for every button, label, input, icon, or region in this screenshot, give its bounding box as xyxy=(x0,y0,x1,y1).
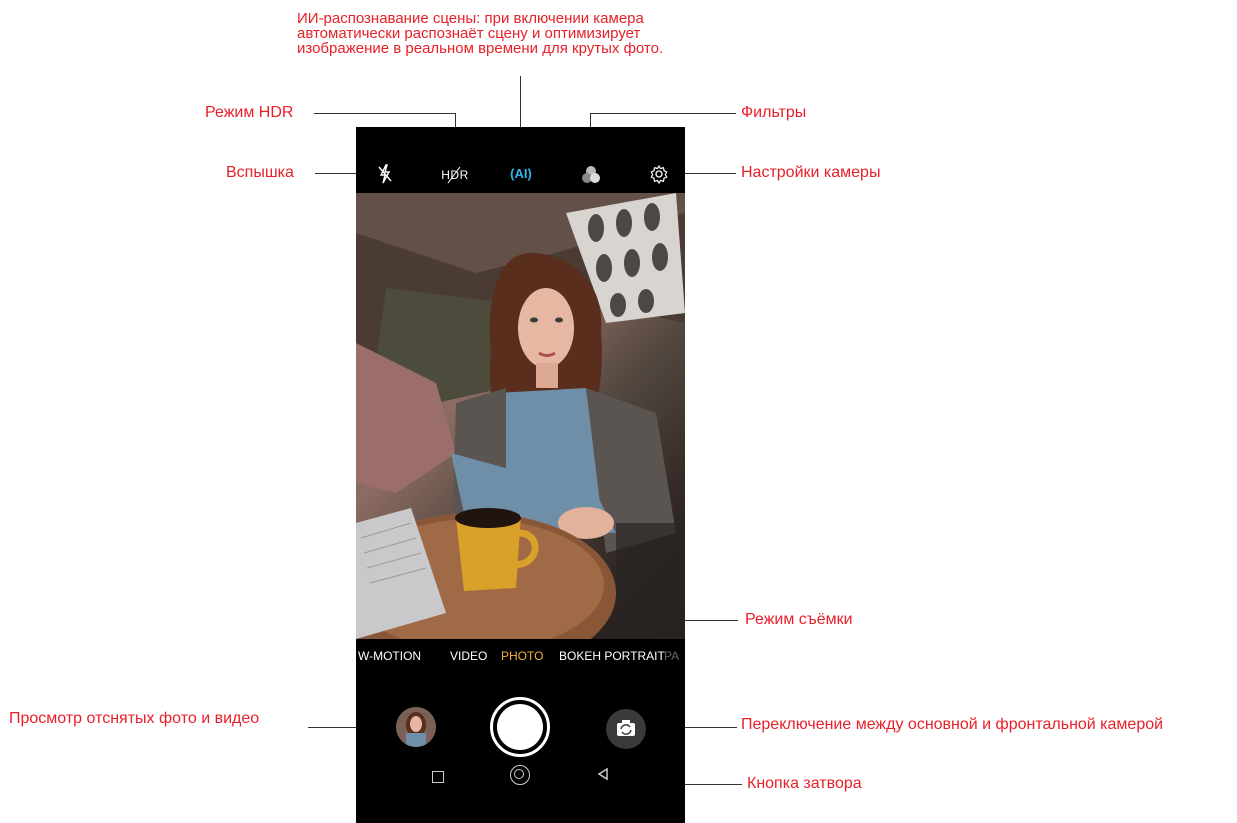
gear-icon[interactable] xyxy=(648,163,670,185)
camera-top-toolbar: HDR (AI) xyxy=(356,127,685,193)
filters-icon[interactable] xyxy=(580,164,602,186)
mode-video[interactable]: VIDEO xyxy=(450,649,487,663)
mode-bokeh-portrait[interactable]: BOKEH PORTRAIT xyxy=(559,649,665,663)
ai-scene-icon[interactable]: (AI) xyxy=(508,165,534,183)
hdr-off-icon[interactable]: HDR xyxy=(440,166,470,184)
settings-annotation: Настройки камеры xyxy=(741,164,881,181)
filters-annotation: Фильтры xyxy=(741,104,807,121)
mode-photo[interactable]: PHOTO xyxy=(501,649,543,663)
gallery-annotation: Просмотр отснятых фото и видео xyxy=(9,710,260,727)
settings-leader-line xyxy=(676,173,736,174)
shutter-inner xyxy=(497,704,543,750)
system-nav-bar xyxy=(356,755,685,795)
square-icon[interactable] xyxy=(432,771,444,783)
switch-camera-annotation: Переключение между основной и фронтально… xyxy=(741,716,1164,733)
gallery-thumbnail[interactable] xyxy=(396,707,436,747)
mode-slow-motion[interactable]: W-MOTION xyxy=(358,649,421,663)
triangle-back-icon[interactable] xyxy=(596,767,610,781)
switch-camera-icon[interactable] xyxy=(606,709,646,749)
flash-annotation: Вспышка xyxy=(226,164,294,181)
ai-label: (AI) xyxy=(510,166,532,181)
camera-screen: HDR (AI) W-MOTION VIDEO PHOTO BOKEH PORT… xyxy=(356,127,685,823)
shutter-button[interactable] xyxy=(490,697,550,757)
filters-leader-line-h xyxy=(590,113,736,114)
hdr-leader-line-h xyxy=(314,113,456,114)
shutter-annotation: Кнопка затвора xyxy=(747,775,862,792)
circle-home-inner xyxy=(514,769,524,779)
mode-selector[interactable]: W-MOTION VIDEO PHOTO BOKEH PORTRAIT PA xyxy=(356,649,685,669)
ai-scene-annotation: ИИ-распознавание сцены: при включении ка… xyxy=(297,10,664,57)
shooting-mode-annotation: Режим съёмки xyxy=(745,611,853,628)
flash-off-icon[interactable] xyxy=(374,163,396,185)
camera-viewfinder[interactable] xyxy=(356,193,685,639)
mode-panorama[interactable]: PA xyxy=(664,649,679,663)
circle-home-icon[interactable] xyxy=(510,765,530,785)
hdr-annotation: Режим HDR xyxy=(205,104,294,121)
